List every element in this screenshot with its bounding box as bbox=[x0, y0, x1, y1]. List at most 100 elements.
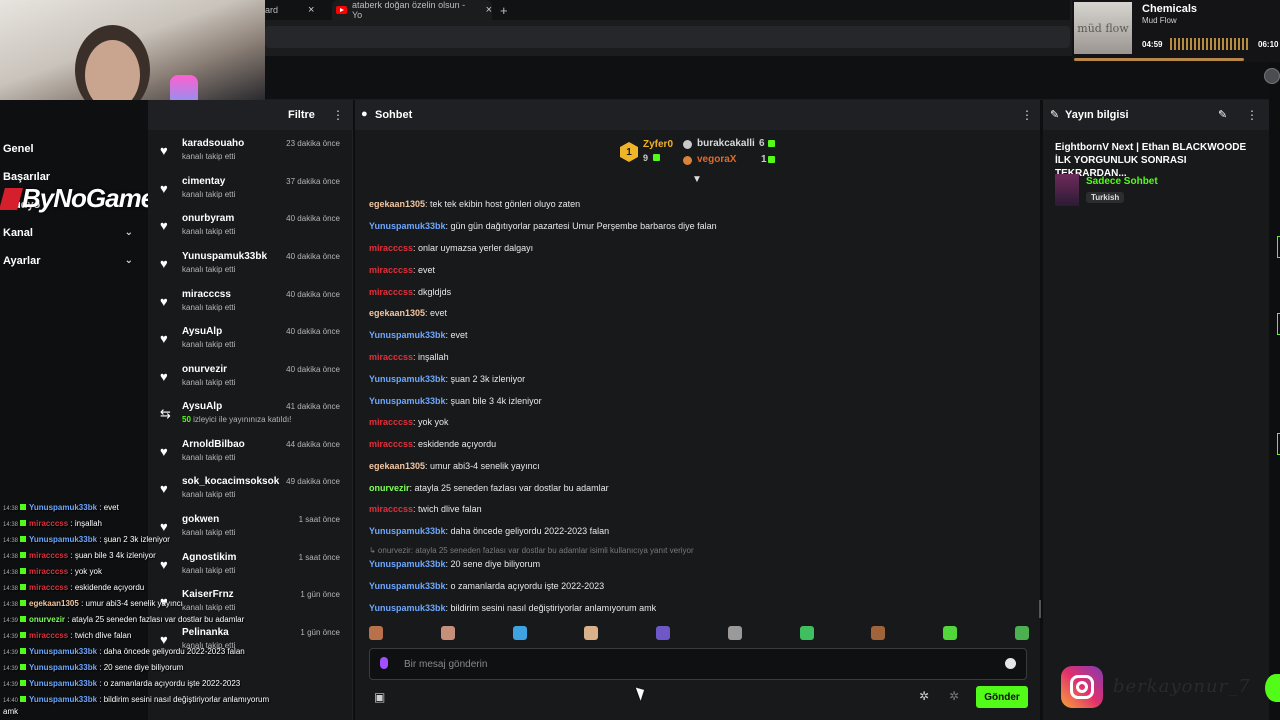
pinned-collapse-icon[interactable]: ▼ bbox=[692, 174, 702, 185]
kebab-menu-icon[interactable]: ⋮ bbox=[332, 108, 344, 122]
feed-item[interactable]: ♥ cimentay kanalı takip etti 37 dakika önce bbox=[160, 176, 350, 212]
sidebar-item-genel[interactable]: Genel bbox=[3, 143, 133, 155]
filter-button[interactable]: Filtre bbox=[288, 109, 315, 121]
address-bar[interactable] bbox=[265, 26, 1070, 48]
emote-icon[interactable] bbox=[369, 626, 383, 640]
feed-item-name[interactable]: miracccss bbox=[182, 289, 231, 300]
logo-text: ByNoGame bbox=[22, 183, 155, 213]
chat-username[interactable]: miracccss bbox=[369, 352, 413, 362]
chat-username[interactable]: Yunuspamuk33bk bbox=[369, 559, 446, 569]
chat-username[interactable]: miracccss bbox=[369, 417, 413, 427]
feed-item-name[interactable]: onurvezir bbox=[182, 364, 227, 375]
chat-input[interactable]: Bir mesaj gönderin bbox=[369, 648, 1027, 680]
chat-username[interactable]: egekaan1305 bbox=[369, 199, 425, 209]
chat-username[interactable]: Yunuspamuk33bk bbox=[369, 581, 446, 591]
emote-icon[interactable] bbox=[727, 626, 742, 640]
feed-item[interactable]: ♥ miracccss kanalı takip etti 40 dakika önc… bbox=[160, 289, 350, 325]
close-icon[interactable]: × bbox=[308, 4, 314, 16]
feed-item-name[interactable]: ArnoldBilbao bbox=[182, 439, 245, 450]
chat-username[interactable]: onurvezir bbox=[369, 483, 410, 493]
kick-badge-icon bbox=[20, 536, 27, 542]
stream-info-panel: ✎ Yayın bilgisi ✎ ⋮ EightbornV Next | Et… bbox=[1043, 100, 1269, 720]
feed-item[interactable]: ♥ karadsouaho kanalı takip etti 23 dakika ö… bbox=[160, 138, 350, 174]
chat-message: egekaan1305: tek tek ekibin host gönleri… bbox=[369, 199, 580, 209]
tab-strip: ard × ataberk doğan özelin olsun - Yo × … bbox=[265, 0, 1070, 20]
emote-icon[interactable] bbox=[512, 626, 527, 640]
emote-icon[interactable] bbox=[871, 626, 886, 640]
chat-message: miracccss: dkgldjds bbox=[369, 287, 451, 297]
chat-message: miracccss: eskidende açıyordu bbox=[369, 439, 496, 449]
chat-scrollbar[interactable] bbox=[1039, 600, 1041, 618]
browser-tab-1[interactable]: ard × bbox=[265, 0, 325, 20]
sidebar-item-kanal[interactable]: Kanal ⌄ bbox=[3, 227, 133, 239]
watermark-handle: berkayonur_7 bbox=[1113, 676, 1251, 697]
kick-badge-icon bbox=[20, 616, 27, 622]
feed-item-name[interactable]: Yunuspamuk33bk bbox=[182, 251, 267, 262]
microphone-icon[interactable] bbox=[380, 657, 388, 669]
gear-icon[interactable]: ✲ bbox=[919, 689, 929, 703]
overlay-chat-time: 14:39 bbox=[3, 634, 19, 640]
chat-message-text: : inşallah bbox=[413, 352, 449, 362]
chat-username[interactable]: Yunuspamuk33bk bbox=[369, 603, 446, 613]
chat-username[interactable]: miracccss bbox=[369, 243, 413, 253]
category-thumbnail[interactable] bbox=[1055, 174, 1079, 206]
send-button[interactable]: Gönder bbox=[976, 686, 1028, 708]
chat-username[interactable]: Yunuspamuk33bk bbox=[369, 374, 446, 384]
emoji-icon[interactable] bbox=[1005, 658, 1016, 669]
feed-item[interactable]: ♥ onurbyram kanalı takip etti 40 dakika önc… bbox=[160, 213, 350, 249]
feed-item[interactable]: ♥ ArnoldBilbao kanalı takip etti 44 dakika … bbox=[160, 439, 350, 475]
chat-username[interactable]: Yunuspamuk33bk bbox=[369, 396, 446, 406]
feed-item[interactable]: ♥ Yunuspamuk33bk kanalı takip etti 40 dakik… bbox=[160, 251, 350, 287]
avatar[interactable] bbox=[1264, 68, 1280, 84]
chat-username[interactable]: Yunuspamuk33bk bbox=[369, 221, 446, 231]
category-name[interactable]: Sadece Sohbet bbox=[1086, 176, 1158, 187]
close-icon[interactable]: × bbox=[486, 4, 492, 16]
emote-icon[interactable] bbox=[799, 626, 814, 640]
gift-icon[interactable]: ▣ bbox=[374, 690, 385, 704]
feed-item-subtitle: kanalı takip etti bbox=[182, 190, 236, 199]
emote-icon[interactable] bbox=[943, 626, 958, 640]
overlay-chat-text: : eskidende açıyordu bbox=[68, 583, 145, 592]
chat-username[interactable]: miracccss bbox=[369, 439, 413, 449]
feed-item-name[interactable]: sok_kocacimsoksok bbox=[182, 476, 279, 487]
feed-item-name[interactable]: cimentay bbox=[182, 176, 225, 187]
cog-icon[interactable]: ✲ bbox=[949, 689, 959, 703]
chat-username[interactable]: miracccss bbox=[369, 504, 413, 514]
feed-item-name[interactable]: AysuAlp bbox=[182, 401, 222, 412]
emote-icon[interactable] bbox=[1014, 626, 1029, 640]
chat-username[interactable]: Yunuspamuk33bk bbox=[369, 330, 446, 340]
track-time-total: 06:10 bbox=[1258, 40, 1279, 49]
feed-item-time: 40 dakika önce bbox=[286, 252, 340, 261]
chat-message: Yunuspamuk33bk: evet bbox=[369, 330, 468, 340]
leaderboard-third-name[interactable]: vegoraX bbox=[697, 154, 736, 165]
feed-item-name[interactable]: karadsouaho bbox=[182, 138, 244, 149]
sidebar-item-basarilar[interactable]: Başarılar bbox=[3, 171, 133, 183]
emote-icon[interactable] bbox=[440, 626, 455, 640]
chat-username[interactable]: egekaan1305 bbox=[369, 308, 425, 318]
chat-username[interactable]: egekaan1305 bbox=[369, 461, 425, 471]
emote-icon[interactable] bbox=[656, 626, 671, 640]
feed-item[interactable]: ♥ AysuAlp kanalı takip etti 40 dakika önce bbox=[160, 326, 350, 362]
feed-item[interactable]: ♥ onurvezir kanalı takip etti 40 dakika önc… bbox=[160, 364, 350, 400]
leaderboard-second-name[interactable]: burakcakalli bbox=[697, 138, 755, 149]
new-tab-button[interactable]: + bbox=[500, 0, 508, 20]
feed-item[interactable]: ⇆ AysuAlp 50 izleyici ile yayınınıza katıl… bbox=[160, 401, 350, 437]
kick-logo-icon bbox=[1265, 674, 1280, 702]
emote-icon[interactable] bbox=[584, 626, 599, 640]
overlay-chat-time: 14:39 bbox=[3, 618, 19, 624]
chat-username[interactable]: miracccss bbox=[369, 287, 413, 297]
overlay-chat-text: : twich dlive falan bbox=[68, 631, 132, 640]
overlay-chat-line: 14:39 miracccss : twich dlive falan bbox=[3, 631, 131, 640]
sidebar-item-ayarlar[interactable]: Ayarlar ⌄ bbox=[3, 255, 133, 267]
kebab-menu-icon[interactable]: ⋮ bbox=[1021, 108, 1033, 122]
chat-username[interactable]: Yunuspamuk33bk bbox=[369, 526, 446, 536]
leaderboard-first-name[interactable]: Zyfer0 bbox=[643, 139, 673, 150]
chat-username[interactable]: miracccss bbox=[369, 265, 413, 275]
app-header bbox=[265, 56, 1280, 100]
feed-item-name[interactable]: onurbyram bbox=[182, 213, 234, 224]
edit-icon[interactable]: ✎ bbox=[1218, 108, 1227, 121]
browser-tab-2[interactable]: ataberk doğan özelin olsun - Yo × bbox=[332, 0, 492, 20]
kebab-menu-icon[interactable]: ⋮ bbox=[1246, 108, 1258, 122]
overlay-chat-time: 14:38 bbox=[3, 554, 19, 560]
feed-item-name[interactable]: AysuAlp bbox=[182, 326, 222, 337]
